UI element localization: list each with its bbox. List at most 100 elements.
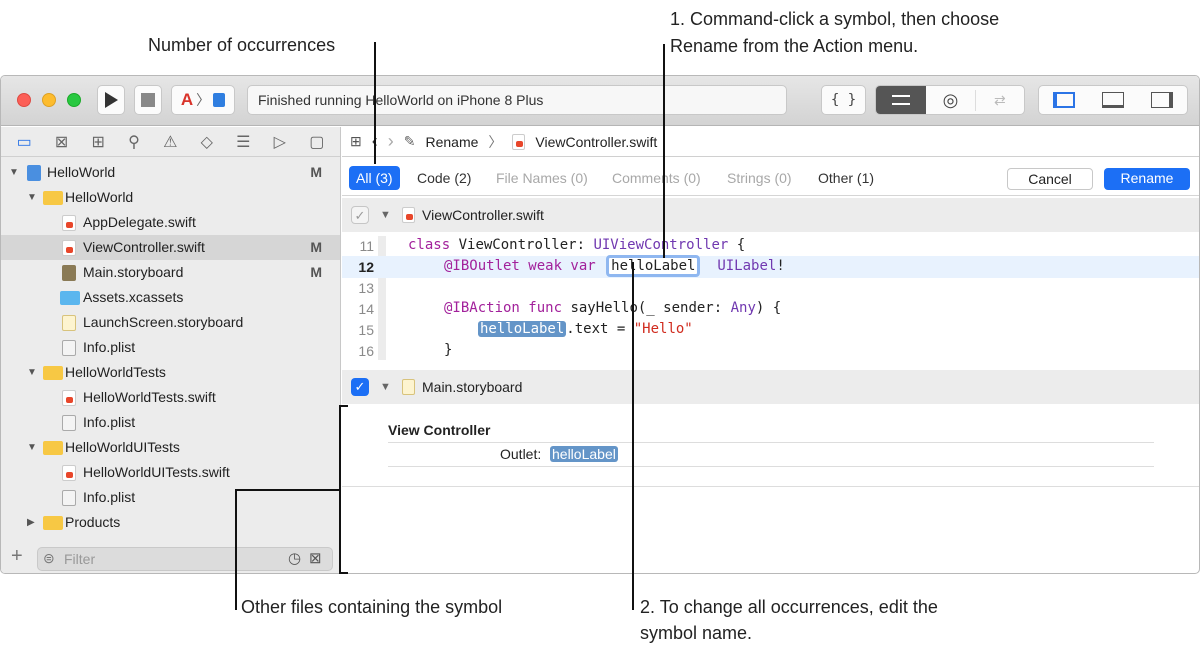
library-button[interactable]: { } [821, 85, 866, 115]
symbol-rename-field[interactable]: helloLabel [606, 255, 701, 277]
forward-icon[interactable]: › [388, 131, 394, 152]
tree-item-label: HelloWorldUITests.swift [83, 464, 230, 480]
tree-item-label: HelloWorldTests.swift [83, 389, 216, 405]
tree-item-file[interactable]: HelloWorldTests.swift [1, 385, 340, 410]
tab-file-names[interactable]: File Names (0) [489, 166, 595, 190]
tree-item-file[interactable]: Assets.xcassets [1, 285, 340, 310]
include-file-checkbox[interactable]: ✓ [351, 206, 369, 224]
source-control-icon[interactable]: ⊠ [55, 132, 68, 152]
cancel-button[interactable]: Cancel [1007, 168, 1093, 190]
callout-bracket [339, 572, 348, 574]
line-number: 14 [358, 301, 374, 317]
tab-all[interactable]: All (3) [349, 166, 400, 190]
tab-code[interactable]: Code (2) [410, 166, 478, 190]
toggle-navigator-button[interactable] [1052, 92, 1075, 108]
line-number: 16 [358, 343, 374, 359]
code-line: @IBAction func sayHello(_ sender: Any) { [444, 300, 781, 316]
filter-bar: + ⊜ Filter ◷ ⊠ [1, 543, 340, 573]
tab-comments[interactable]: Comments (0) [605, 166, 708, 190]
tab-strings[interactable]: Strings (0) [720, 166, 799, 190]
version-editor-button[interactable]: ⇄ [976, 92, 1024, 109]
modified-badge: M [310, 264, 322, 280]
include-file-checkbox[interactable]: ✓ [351, 378, 369, 396]
toggle-inspector-button[interactable] [1151, 92, 1174, 108]
breadcrumb-file[interactable]: ViewController.swift [535, 134, 657, 150]
swift-file-icon [402, 207, 415, 223]
tree-item-group[interactable]: ▼ HelloWorldUITests [1, 435, 340, 460]
disclosure-icon[interactable]: ▼ [27, 185, 37, 210]
tree-item-file[interactable]: Main.storyboard M [1, 260, 340, 285]
hierarchy-icon[interactable]: ⊞ [92, 132, 105, 152]
minimize-window-button[interactable] [42, 93, 56, 107]
related-items-icon[interactable]: ⊞ [350, 133, 362, 150]
tree-item-file[interactable]: LaunchScreen.storyboard [1, 310, 340, 335]
code-preview: 11 12 13 14 15 16 class ViewController: … [342, 232, 1199, 360]
filter-field[interactable]: ⊜ Filter ◷ ⊠ [37, 547, 333, 571]
xcode-window: A 〉 Finished running HelloWorld on iPhone… [0, 75, 1200, 574]
chevron-right-icon: 〉 [488, 133, 503, 150]
zoom-window-button[interactable] [67, 93, 81, 107]
warning-icon[interactable]: ⚠ [163, 132, 177, 152]
storyboard-preview: View Controller Outlet: helloLabel [342, 404, 1199, 487]
breadcrumb-rename[interactable]: Rename [425, 134, 478, 150]
close-window-button[interactable] [17, 93, 31, 107]
keyword: class [408, 237, 451, 253]
tree-item-file[interactable]: Info.plist [1, 410, 340, 435]
recent-files-icon[interactable]: ◷ [288, 549, 301, 567]
disclosure-icon[interactable]: ▼ [380, 198, 391, 232]
tree-item-file-selected[interactable]: ViewController.swift M [1, 235, 340, 260]
stop-button[interactable] [134, 85, 162, 115]
folder-icon[interactable]: ▭ [17, 132, 32, 152]
test-icon[interactable]: ◇ [201, 132, 213, 152]
code-line: helloLabel .text = "Hello" [478, 321, 693, 337]
symbol-occurrence[interactable]: helloLabel [478, 321, 567, 337]
tree-item-project[interactable]: ▼ HelloWorld M [1, 160, 340, 185]
debug-icon[interactable]: ☰ [236, 132, 250, 152]
annotation-other-files: Other files containing the symbol [241, 597, 503, 617]
tree-item-file[interactable]: Info.plist [1, 335, 340, 360]
folder-icon [43, 441, 63, 455]
toggle-debug-area-button[interactable] [1101, 92, 1124, 108]
callout-line [374, 42, 376, 164]
line-number: 13 [358, 280, 374, 296]
disclosure-icon[interactable]: ▼ [27, 360, 37, 385]
tree-item-label: Products [65, 514, 121, 530]
tree-item-file[interactable]: HelloWorldUITests.swift [1, 460, 340, 485]
code-text: .text = [566, 321, 634, 337]
report-icon[interactable]: ▢ [309, 132, 324, 152]
disclosure-icon[interactable]: ▼ [9, 160, 19, 185]
disclosure-icon[interactable]: ▼ [27, 435, 37, 460]
tree-item-group[interactable]: ▶ Products [1, 510, 340, 535]
tree-item-label: Info.plist [83, 414, 136, 430]
keyword: @IBOutlet weak var [444, 258, 596, 274]
annotation-step1-line1: 1. Command-click a symbol, then choose [670, 9, 1000, 29]
symbol-occurrence[interactable]: helloLabel [550, 446, 618, 462]
code-text: { [728, 237, 746, 253]
navigator-tabs: ▭ ⊠ ⊞ ⚲ ⚠ ◇ ☰ ▷ ▢ [1, 127, 340, 157]
modified-badge: M [310, 239, 322, 255]
folder-icon [43, 191, 63, 205]
modified-badge: M [310, 164, 322, 180]
disclosure-icon[interactable]: ▶ [27, 510, 35, 535]
tree-item-group[interactable]: ▼ HelloWorldTests [1, 360, 340, 385]
add-icon[interactable]: + [11, 545, 23, 568]
filter-input[interactable]: Filter [64, 551, 95, 567]
disclosure-icon[interactable]: ▼ [380, 370, 391, 404]
rename-button[interactable]: Rename [1104, 168, 1190, 190]
tree-item-file[interactable]: AppDelegate.swift [1, 210, 340, 235]
standard-editor-button[interactable] [876, 86, 927, 114]
project-navigator: ▭ ⊠ ⊞ ⚲ ⚠ ◇ ☰ ▷ ▢ ▼ HelloWorld M ▼ HelloWor… [1, 127, 341, 573]
scheme-selector[interactable]: A 〉 [171, 85, 235, 115]
tree-item-group[interactable]: ▼ HelloWorld [1, 185, 340, 210]
tree-item-label: Info.plist [83, 489, 136, 505]
search-icon[interactable]: ⚲ [128, 132, 140, 152]
assistant-editor-button[interactable]: ◎ [926, 89, 976, 111]
tab-other[interactable]: Other (1) [811, 166, 881, 190]
storyboard-icon [402, 379, 415, 395]
callout-line [235, 489, 341, 491]
callout-bracket [339, 405, 341, 574]
source-control-filter-icon[interactable]: ⊠ [309, 549, 322, 567]
breakpoint-icon[interactable]: ▷ [274, 132, 286, 152]
scene-title: View Controller [388, 422, 491, 438]
run-button[interactable] [97, 85, 125, 115]
